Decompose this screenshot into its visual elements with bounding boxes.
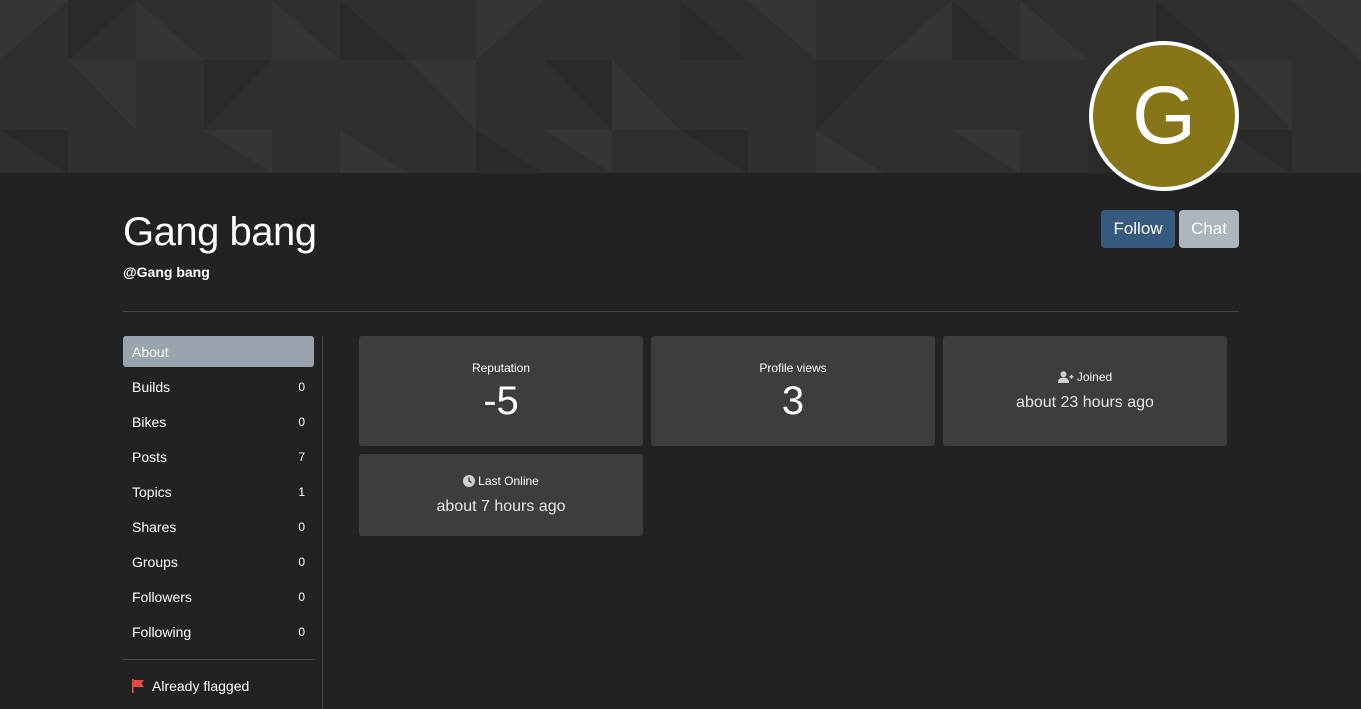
- sidebar-item-shares[interactable]: Shares 0: [123, 511, 314, 542]
- sidebar-item-about[interactable]: About: [123, 336, 314, 367]
- sidebar-item-label: Bikes: [132, 413, 167, 430]
- user-plus-icon: [1057, 371, 1074, 383]
- sidebar-separator: [322, 336, 323, 709]
- sidebar-item-label: Groups: [132, 553, 178, 570]
- stat-profile-views: Profile views 3: [651, 336, 935, 446]
- sidebar-item-label: About: [132, 343, 169, 360]
- stat-label: Profile views: [759, 361, 827, 375]
- stat-reputation: Reputation -5: [359, 336, 643, 446]
- sidebar-item-following[interactable]: Following 0: [123, 616, 314, 647]
- avatar-letter: G: [1132, 70, 1196, 161]
- sidebar-item-label: Builds: [132, 378, 171, 395]
- sidebar-item-topics[interactable]: Topics 1: [123, 476, 314, 507]
- sidebar-item-count: 0: [298, 379, 305, 394]
- sidebar-item-label: Following: [132, 623, 192, 640]
- sidebar-item-count: 7: [298, 449, 305, 464]
- sidebar-item-label: Posts: [132, 448, 168, 465]
- sidebar-item-builds[interactable]: Builds 0: [123, 371, 314, 402]
- sidebar-item-followers[interactable]: Followers 0: [123, 581, 314, 612]
- flag-icon: [132, 679, 144, 693]
- follow-button[interactable]: Follow: [1101, 210, 1175, 248]
- sidebar-item-count: 0: [298, 589, 305, 604]
- stat-value: 3: [781, 379, 805, 423]
- profile-username: @Gang bang: [123, 264, 210, 280]
- sidebar-item-count: 1: [298, 484, 305, 499]
- avatar[interactable]: G: [1089, 41, 1239, 191]
- stat-last-online: Last Online about 7 hours ago: [359, 454, 643, 536]
- stat-value: -5: [483, 379, 519, 423]
- flag-label: Already flagged: [152, 678, 250, 694]
- stat-label: Last Online: [478, 474, 539, 488]
- sidebar-item-label: Topics: [132, 483, 172, 500]
- profile-fullname: Gang bang: [123, 210, 317, 254]
- sidebar-item-bikes[interactable]: Bikes 0: [123, 406, 314, 437]
- stat-label: Reputation: [471, 361, 531, 375]
- sidebar-item-groups[interactable]: Groups 0: [123, 546, 314, 577]
- sidebar-item-posts[interactable]: Posts 7: [123, 441, 314, 472]
- header-divider: [123, 311, 1239, 312]
- sidebar-item-count: 0: [298, 624, 305, 639]
- stat-joined: Joined about 23 hours ago: [943, 336, 1227, 446]
- sidebar-item-count: 0: [298, 414, 305, 429]
- stat-label: Joined: [1076, 370, 1113, 384]
- sidebar-item-count: 0: [298, 519, 305, 534]
- clock-icon: [463, 475, 476, 487]
- profile-sidebar: About Builds 0 Bikes 0 Posts 7 Topics 1 …: [123, 336, 314, 651]
- already-flagged-link[interactable]: Already flagged: [131, 678, 249, 694]
- chat-button[interactable]: Chat: [1179, 210, 1239, 248]
- sidebar-divider: [123, 659, 314, 660]
- stat-value: about 7 hours ago: [436, 498, 566, 515]
- stat-value: about 23 hours ago: [1016, 394, 1154, 411]
- sidebar-item-label: Shares: [132, 518, 177, 535]
- sidebar-item-label: Followers: [132, 588, 192, 605]
- sidebar-item-count: 0: [298, 554, 305, 569]
